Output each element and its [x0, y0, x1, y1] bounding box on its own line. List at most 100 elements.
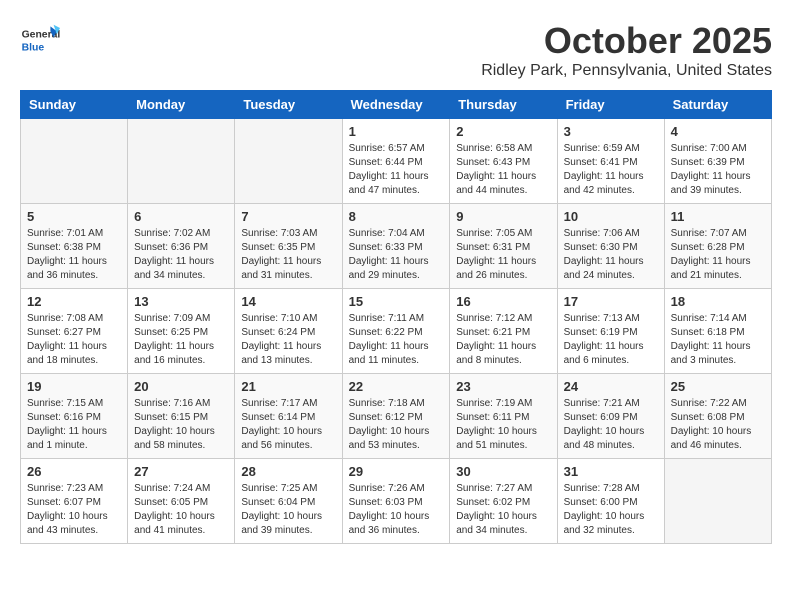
- day-number: 10: [564, 209, 658, 224]
- day-number: 17: [564, 294, 658, 309]
- week-row-2: 5Sunrise: 7:01 AM Sunset: 6:38 PM Daylig…: [21, 204, 772, 289]
- day-number: 14: [241, 294, 335, 309]
- week-row-4: 19 Sunrise: 7:15 AM Sunset: 6:16 PM Dayli…: [21, 374, 772, 459]
- page-header: General Blue October 2025 Ridley Park, P…: [20, 20, 772, 80]
- day-number: 11: [671, 209, 765, 224]
- day-number: 13: [134, 294, 228, 309]
- day-number: 16: [456, 294, 550, 309]
- day-cell-11: 11 Sunrise: 7:07 AM Sunset: 6:28 PM Dayli…: [664, 204, 771, 289]
- calendar-subtitle: Ridley Park, Pennsylvania, United States: [481, 62, 772, 80]
- day-number: 18: [671, 294, 765, 309]
- day-cell-22: 22 Sunrise: 7:18 AM Sunset: 6:12 PM Dayli…: [342, 374, 450, 459]
- day-number: 8: [349, 209, 444, 224]
- day-info: Sunrise: 7:15 AM Sunset: 6:16 PM Dayligh…: [27, 397, 121, 453]
- day-number: 15: [349, 294, 444, 309]
- day-info: Sunrise: 7:24 AM Sunset: 6:05 PM Dayligh…: [134, 482, 228, 538]
- day-of-week-thursday: Thursday: [450, 91, 557, 119]
- day-info: Sunrise: 7:28 AM Sunset: 6:00 PM Dayligh…: [564, 482, 658, 538]
- week-row-3: 12 Sunrise: 7:08 AM Sunset: 6:27 PM Dayli…: [21, 289, 772, 374]
- day-cell-31: 31 Sunrise: 7:28 AM Sunset: 6:00 PM Dayli…: [557, 459, 664, 544]
- day-info: Sunrise: 7:16 AM Sunset: 6:15 PM Dayligh…: [134, 397, 228, 453]
- day-number: 1: [349, 124, 444, 139]
- day-info: Sunrise: 7:17 AM Sunset: 6:14 PM Dayligh…: [241, 397, 335, 453]
- day-number: 29: [349, 464, 444, 479]
- day-number: 24: [564, 379, 658, 394]
- day-of-week-friday: Friday: [557, 91, 664, 119]
- day-info: Sunrise: 7:09 AM Sunset: 6:25 PM Dayligh…: [134, 312, 228, 368]
- day-cell-24: 24 Sunrise: 7:21 AM Sunset: 6:09 PM Dayli…: [557, 374, 664, 459]
- day-info: Sunrise: 7:13 AM Sunset: 6:19 PM Dayligh…: [564, 312, 658, 368]
- empty-cell: [21, 119, 128, 204]
- day-cell-15: 15 Sunrise: 7:11 AM Sunset: 6:22 PM Dayli…: [342, 289, 450, 374]
- day-cell-29: 29 Sunrise: 7:26 AM Sunset: 6:03 PM Dayli…: [342, 459, 450, 544]
- day-number: 30: [456, 464, 550, 479]
- day-info: Sunrise: 7:00 AM Sunset: 6:39 PM Dayligh…: [671, 142, 765, 198]
- day-number: 19: [27, 379, 121, 394]
- day-of-week-saturday: Saturday: [664, 91, 771, 119]
- day-cell-1: 1 Sunrise: 6:57 AM Sunset: 6:44 PM Daylig…: [342, 119, 450, 204]
- empty-cell: [664, 459, 771, 544]
- day-of-week-tuesday: Tuesday: [235, 91, 342, 119]
- day-number: 20: [134, 379, 228, 394]
- day-number: 2: [456, 124, 550, 139]
- day-number: 22: [349, 379, 444, 394]
- day-info: Sunrise: 7:22 AM Sunset: 6:08 PM Dayligh…: [671, 397, 765, 453]
- day-info: Sunrise: 7:08 AM Sunset: 6:27 PM Dayligh…: [27, 312, 121, 368]
- day-number: 25: [671, 379, 765, 394]
- calendar-table: SundayMondayTuesdayWednesdayThursdayFrid…: [20, 90, 772, 544]
- day-cell-28: 28Sunrise: 7:25 AM Sunset: 6:04 PM Dayli…: [235, 459, 342, 544]
- day-cell-20: 20 Sunrise: 7:16 AM Sunset: 6:15 PM Dayli…: [128, 374, 235, 459]
- day-cell-14: 14 Sunrise: 7:10 AM Sunset: 6:24 PM Dayli…: [235, 289, 342, 374]
- day-info: Sunrise: 7:18 AM Sunset: 6:12 PM Dayligh…: [349, 397, 444, 453]
- day-info: Sunrise: 7:19 AM Sunset: 6:11 PM Dayligh…: [456, 397, 550, 453]
- day-info: Sunrise: 7:23 AM Sunset: 6:07 PM Dayligh…: [27, 482, 121, 538]
- empty-cell: [235, 119, 342, 204]
- day-cell-7: 7 Sunrise: 7:03 AM Sunset: 6:35 PM Daylig…: [235, 204, 342, 289]
- logo: General Blue: [20, 20, 60, 60]
- day-cell-16: 16 Sunrise: 7:12 AM Sunset: 6:21 PM Dayli…: [450, 289, 557, 374]
- day-cell-30: 30 Sunrise: 7:27 AM Sunset: 6:02 PM Dayli…: [450, 459, 557, 544]
- day-number: 4: [671, 124, 765, 139]
- day-cell-3: 3Sunrise: 6:59 AM Sunset: 6:41 PM Daylig…: [557, 119, 664, 204]
- day-cell-18: 18Sunrise: 7:14 AM Sunset: 6:18 PM Dayli…: [664, 289, 771, 374]
- day-number: 9: [456, 209, 550, 224]
- day-info: Sunrise: 7:03 AM Sunset: 6:35 PM Dayligh…: [241, 227, 335, 283]
- day-number: 23: [456, 379, 550, 394]
- day-number: 26: [27, 464, 121, 479]
- day-info: Sunrise: 7:26 AM Sunset: 6:03 PM Dayligh…: [349, 482, 444, 538]
- day-cell-13: 13 Sunrise: 7:09 AM Sunset: 6:25 PM Dayli…: [128, 289, 235, 374]
- day-info: Sunrise: 7:02 AM Sunset: 6:36 PM Dayligh…: [134, 227, 228, 283]
- day-info: Sunrise: 7:12 AM Sunset: 6:21 PM Dayligh…: [456, 312, 550, 368]
- day-info: Sunrise: 7:21 AM Sunset: 6:09 PM Dayligh…: [564, 397, 658, 453]
- day-cell-12: 12 Sunrise: 7:08 AM Sunset: 6:27 PM Dayli…: [21, 289, 128, 374]
- day-info: Sunrise: 6:57 AM Sunset: 6:44 PM Dayligh…: [349, 142, 444, 198]
- day-info: Sunrise: 7:27 AM Sunset: 6:02 PM Dayligh…: [456, 482, 550, 538]
- day-info: Sunrise: 6:58 AM Sunset: 6:43 PM Dayligh…: [456, 142, 550, 198]
- week-row-1: 1 Sunrise: 6:57 AM Sunset: 6:44 PM Daylig…: [21, 119, 772, 204]
- day-cell-4: 4 Sunrise: 7:00 AM Sunset: 6:39 PM Daylig…: [664, 119, 771, 204]
- day-cell-10: 10Sunrise: 7:06 AM Sunset: 6:30 PM Dayli…: [557, 204, 664, 289]
- day-number: 12: [27, 294, 121, 309]
- day-info: Sunrise: 7:07 AM Sunset: 6:28 PM Dayligh…: [671, 227, 765, 283]
- title-section: October 2025 Ridley Park, Pennsylvania, …: [481, 20, 772, 80]
- day-cell-17: 17 Sunrise: 7:13 AM Sunset: 6:19 PM Dayli…: [557, 289, 664, 374]
- day-cell-23: 23 Sunrise: 7:19 AM Sunset: 6:11 PM Dayli…: [450, 374, 557, 459]
- day-info: Sunrise: 6:59 AM Sunset: 6:41 PM Dayligh…: [564, 142, 658, 198]
- svg-text:Blue: Blue: [22, 42, 45, 53]
- day-of-week-monday: Monday: [128, 91, 235, 119]
- day-info: Sunrise: 7:11 AM Sunset: 6:22 PM Dayligh…: [349, 312, 444, 368]
- day-cell-6: 6Sunrise: 7:02 AM Sunset: 6:36 PM Daylig…: [128, 204, 235, 289]
- calendar-title: October 2025: [481, 20, 772, 62]
- day-cell-21: 21Sunrise: 7:17 AM Sunset: 6:14 PM Dayli…: [235, 374, 342, 459]
- logo-icon: General Blue: [20, 20, 60, 60]
- day-cell-2: 2 Sunrise: 6:58 AM Sunset: 6:43 PM Daylig…: [450, 119, 557, 204]
- empty-cell: [128, 119, 235, 204]
- day-number: 7: [241, 209, 335, 224]
- day-cell-5: 5Sunrise: 7:01 AM Sunset: 6:38 PM Daylig…: [21, 204, 128, 289]
- day-number: 31: [564, 464, 658, 479]
- day-of-week-sunday: Sunday: [21, 91, 128, 119]
- day-cell-19: 19 Sunrise: 7:15 AM Sunset: 6:16 PM Dayli…: [21, 374, 128, 459]
- day-cell-25: 25 Sunrise: 7:22 AM Sunset: 6:08 PM Dayli…: [664, 374, 771, 459]
- week-row-5: 26 Sunrise: 7:23 AM Sunset: 6:07 PM Dayli…: [21, 459, 772, 544]
- day-info: Sunrise: 7:10 AM Sunset: 6:24 PM Dayligh…: [241, 312, 335, 368]
